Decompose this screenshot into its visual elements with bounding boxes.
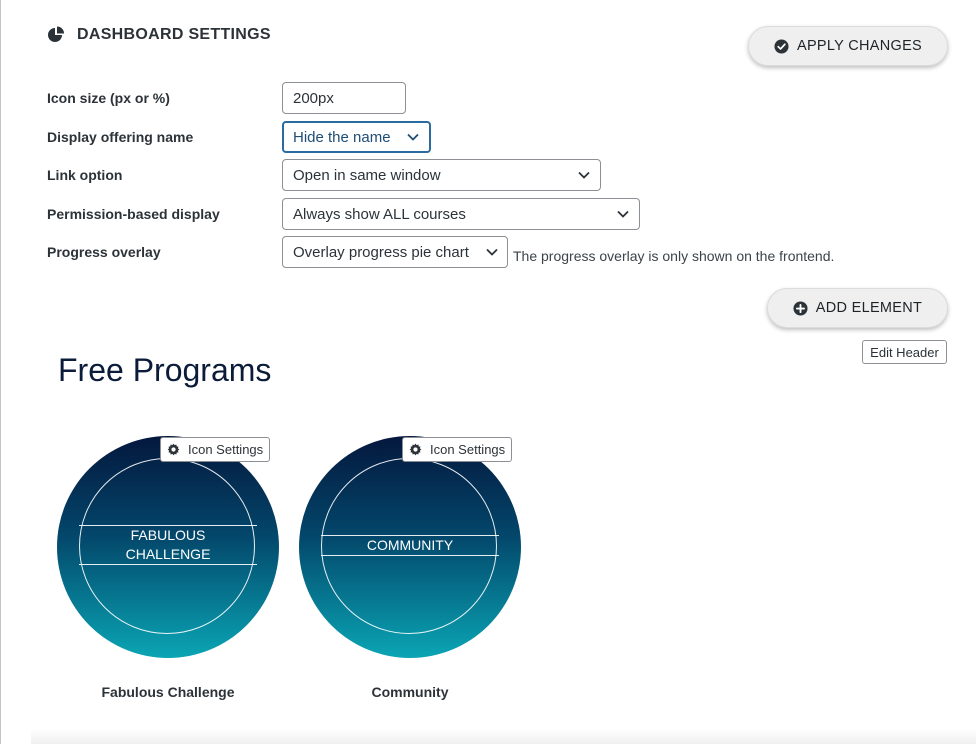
offering-caption: Community	[371, 684, 449, 700]
chevron-down-icon	[617, 210, 629, 218]
chevron-down-icon	[407, 133, 419, 141]
pie-chart-icon	[47, 26, 65, 44]
add-element-button[interactable]: ADD ELEMENT	[767, 288, 948, 328]
icon-size-row: Icon size (px or %)	[47, 90, 170, 106]
bottom-shadow	[31, 728, 976, 744]
progress-select[interactable]: Overlay progress pie chart	[282, 236, 508, 268]
chevron-down-icon	[486, 248, 498, 256]
icon-settings-label: Icon Settings	[188, 442, 264, 457]
progress-note: The progress overlay is only shown on th…	[513, 248, 835, 264]
progress-value: Overlay progress pie chart	[293, 243, 469, 261]
dashboard-settings-panel: DASHBOARD SETTINGS APPLY CHANGES Icon si…	[0, 0, 976, 744]
display-name-select[interactable]: Hide the name	[282, 121, 431, 153]
icon-settings-button[interactable]: Icon Settings	[402, 437, 513, 462]
apply-changes-button[interactable]: APPLY CHANGES	[748, 26, 948, 66]
offering-icon[interactable]: COMMUNITY	[299, 436, 521, 658]
link-option-select[interactable]: Open in same window	[282, 159, 601, 191]
link-option-value: Open in same window	[293, 166, 441, 184]
offering-icon-name: FABULOUS CHALLENGE	[79, 525, 257, 565]
offering-icon-name: COMMUNITY	[321, 535, 499, 556]
permission-value: Always show ALL courses	[293, 205, 466, 223]
icon-size-label: Icon size (px or %)	[47, 90, 170, 106]
offering-card-fabulous-challenge: FABULOUS CHALLENGE Icon Settings Fabulou…	[57, 436, 279, 706]
check-circle-icon	[774, 38, 789, 54]
offering-caption: Fabulous Challenge	[101, 684, 235, 700]
edit-header-label: Edit Header	[870, 344, 939, 360]
chevron-down-icon	[578, 171, 590, 179]
panel-header: DASHBOARD SETTINGS	[47, 26, 271, 44]
display-name-value: Hide the name	[293, 128, 391, 146]
icon-settings-button[interactable]: Icon Settings	[160, 437, 271, 462]
icon-size-value: 200px	[293, 89, 334, 107]
progress-row: Progress overlay	[47, 244, 161, 260]
permission-label: Permission-based display	[47, 206, 220, 222]
display-name-row: Display offering name	[47, 129, 193, 145]
icon-name-line-2: CHALLENGE	[125, 546, 211, 562]
icon-settings-label: Icon Settings	[430, 442, 506, 457]
apply-changes-label: APPLY CHANGES	[796, 38, 923, 54]
edit-header-button[interactable]: Edit Header	[862, 340, 947, 364]
section-title: Free Programs	[58, 352, 272, 388]
gear-icon	[409, 443, 422, 456]
icon-name-line-1: FABULOUS	[130, 527, 206, 543]
add-element-label: ADD ELEMENT	[815, 300, 923, 316]
plus-circle-icon	[793, 300, 808, 316]
icon-name-line-1: COMMUNITY	[366, 537, 454, 553]
gear-icon	[167, 443, 180, 456]
link-option-row: Link option	[47, 167, 122, 183]
progress-label: Progress overlay	[47, 244, 161, 260]
permission-select[interactable]: Always show ALL courses	[282, 198, 640, 230]
display-name-label: Display offering name	[47, 129, 194, 145]
offering-icon[interactable]: FABULOUS CHALLENGE	[57, 436, 279, 658]
page-title: DASHBOARD SETTINGS	[77, 26, 271, 43]
permission-row: Permission-based display	[47, 206, 220, 222]
offering-card-community: COMMUNITY Icon Settings Community	[299, 436, 521, 706]
link-option-label: Link option	[47, 167, 123, 183]
icon-size-input[interactable]: 200px	[282, 82, 406, 114]
